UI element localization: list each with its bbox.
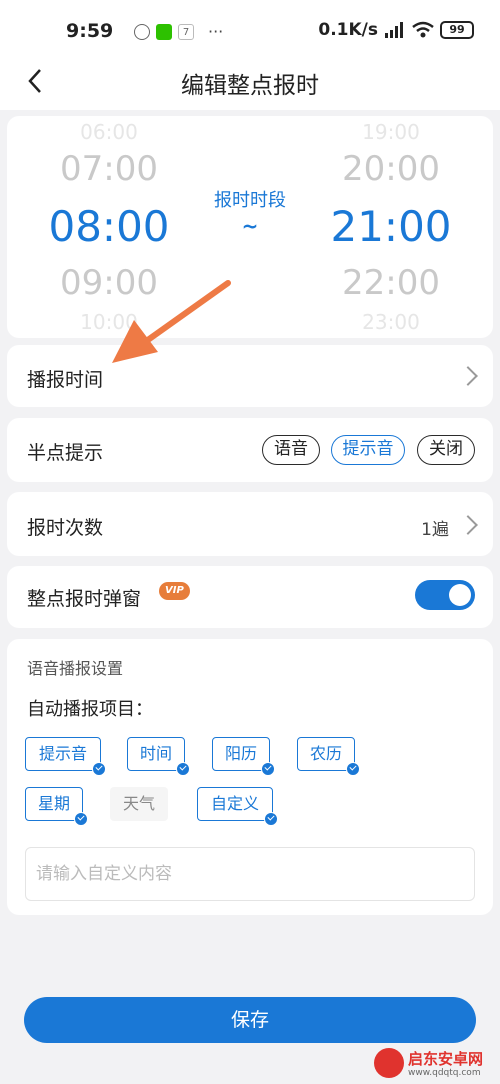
broadcast-item-chip[interactable]: 阳历 (212, 737, 275, 776)
check-badge-icon (74, 812, 88, 826)
repeat-count-label: 报时次数 (27, 517, 104, 539)
calendar-icon: 7 (178, 23, 194, 40)
chip-label: 星期 (37, 794, 70, 813)
end-time-option[interactable]: 23:00 (311, 310, 471, 334)
status-time: 9:59 (66, 20, 114, 42)
half-hour-option-off[interactable]: 关闭 (417, 435, 475, 465)
start-time-option[interactable]: 07:00 (29, 149, 189, 189)
alarm-icon (134, 23, 150, 40)
broadcast-time-label: 播报时间 (27, 369, 104, 391)
half-hour-reminder-row: 半点提示 语音 提示音 关闭 (7, 418, 493, 482)
hourly-popup-label: 整点报时弹窗 (27, 588, 142, 610)
status-left-icons: 7 ··· (134, 22, 223, 41)
chip-label: 农历 (309, 744, 342, 763)
status-bar: 9:59 7 ··· 0.1K/s 99 (0, 0, 500, 60)
hourly-popup-toggle[interactable] (415, 580, 475, 610)
watermark-url: www.qdqtq.com (408, 1068, 481, 1078)
chevron-right-icon (458, 515, 478, 535)
check-badge-icon (176, 762, 190, 776)
signal-icon (385, 22, 403, 38)
chip-label: 天气 (122, 794, 155, 813)
broadcast-time-row[interactable]: 播报时间 (7, 345, 493, 407)
hourly-popup-row: 整点报时弹窗 VIP (7, 566, 493, 628)
wechat-icon (156, 23, 172, 40)
start-time-selected[interactable]: 08:00 (29, 202, 189, 251)
broadcast-item-chip[interactable]: 自定义 (197, 787, 278, 826)
chip-label: 提示音 (38, 744, 87, 763)
repeat-count-row[interactable]: 报时次数 1遍 (7, 492, 493, 556)
page-title: 编辑整点报时 (181, 73, 319, 99)
end-time-option[interactable]: 20:00 (311, 149, 471, 189)
start-time-option[interactable]: 10:00 (29, 310, 189, 334)
repeat-count-value: 1遍 (421, 520, 449, 540)
navigation-bar: 编辑整点报时 (0, 60, 500, 110)
time-range-separator: ~ (241, 214, 259, 238)
battery-icon: 99 (440, 21, 474, 39)
chevron-right-icon (458, 366, 478, 386)
vip-badge: VIP (159, 582, 190, 600)
half-hour-option-tone[interactable]: 提示音 (331, 435, 405, 465)
chip-label: 阳历 (224, 744, 257, 763)
auto-broadcast-items-title: 自动播报项目： (27, 699, 153, 720)
chip-label: 时间 (139, 744, 172, 763)
end-time-option[interactable]: 19:00 (311, 120, 471, 144)
site-watermark: 启东安卓网 www.qdqtq.com (374, 1046, 496, 1082)
watermark-title: 启东安卓网 (408, 1050, 484, 1068)
broadcast-item-chip[interactable]: 农历 (297, 737, 360, 776)
check-badge-icon (92, 762, 106, 776)
time-range-label: 报时时段 (214, 190, 286, 211)
voice-settings-card: 语音播报设置 自动播报项目： 提示音 时间 阳历 农历 星期 天气 自定义 请输… (7, 639, 493, 915)
broadcast-item-chip[interactable]: 提示音 (25, 737, 106, 776)
broadcast-item-chip[interactable]: 星期 (25, 787, 88, 826)
status-right: 0.1K/s 99 (318, 20, 474, 40)
end-time-option[interactable]: 22:00 (311, 263, 471, 303)
check-badge-icon (264, 812, 278, 826)
more-notifications-icon: ··· (208, 22, 224, 41)
chip-label: 自定义 (210, 794, 259, 813)
watermark-logo-icon (374, 1048, 404, 1078)
save-button[interactable]: 保存 (24, 997, 476, 1043)
toggle-knob (449, 584, 471, 606)
end-time-selected[interactable]: 21:00 (311, 202, 471, 251)
start-time-option[interactable]: 09:00 (29, 263, 189, 303)
custom-content-input[interactable]: 请输入自定义内容 (25, 847, 475, 901)
half-hour-option-voice[interactable]: 语音 (262, 435, 320, 465)
wifi-icon (412, 21, 434, 38)
broadcast-item-chip-unchecked[interactable]: 天气 (110, 787, 168, 821)
voice-settings-title: 语音播报设置 (27, 659, 124, 678)
start-time-option[interactable]: 06:00 (29, 120, 189, 144)
half-hour-label: 半点提示 (27, 442, 104, 464)
time-range-picker: 06:00 07:00 08:00 09:00 10:00 报时时段 ~ 19:… (7, 116, 493, 338)
check-badge-icon (261, 762, 275, 776)
check-badge-icon (346, 762, 360, 776)
broadcast-item-chip[interactable]: 时间 (127, 737, 190, 776)
network-speed: 0.1K/s (318, 20, 378, 40)
